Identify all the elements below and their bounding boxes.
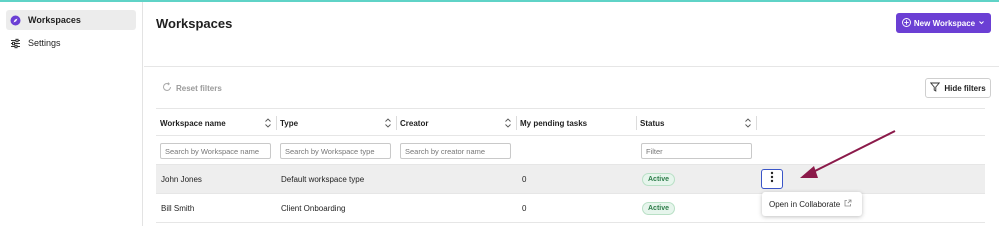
hide-filters-button[interactable]: Hide filters (925, 78, 991, 98)
sidebar: Workspaces Settings (0, 2, 143, 226)
chevron-down-icon (978, 19, 985, 28)
column-header-label: Creator (400, 118, 429, 128)
sort-icon[interactable] (384, 118, 392, 128)
header-divider (144, 66, 999, 67)
workspace-type-cell: Default workspace type (281, 175, 365, 184)
status-badge: Active (642, 202, 676, 215)
column-header-pending-tasks[interactable]: My pending tasks (516, 109, 637, 137)
filter-icon (930, 82, 941, 94)
new-workspace-button[interactable]: New Workspace (896, 13, 991, 33)
status-badge: Active (642, 173, 676, 186)
sort-icon[interactable] (744, 118, 752, 128)
pending-tasks-cell: 0 (522, 175, 527, 184)
sort-icon[interactable] (504, 118, 512, 128)
filter-row (156, 136, 985, 165)
column-header-label: Type (280, 118, 299, 128)
workspace-type-filter-input[interactable] (280, 143, 391, 159)
plus-circle-icon (901, 17, 911, 29)
sort-icon[interactable] (264, 118, 272, 128)
reset-filters-label: Reset filters (176, 83, 222, 93)
main-content: Workspaces New Workspace Reset filters H… (144, 2, 999, 226)
sidebar-item-settings[interactable]: Settings (6, 33, 136, 53)
creator-filter-input[interactable] (400, 143, 511, 159)
compass-icon (10, 15, 21, 26)
page-title: Workspaces (156, 16, 233, 31)
status-filter-input[interactable] (641, 143, 752, 159)
context-menu-open-in-collaborate[interactable]: Open in Collaborate (762, 192, 862, 216)
workspace-name-cell[interactable]: Bill Smith (161, 194, 194, 223)
workspace-name-filter-input[interactable] (160, 143, 271, 159)
kebab-menu-icon (770, 170, 774, 188)
column-header-creator[interactable]: Creator (396, 109, 517, 137)
new-workspace-label: New Workspace (913, 18, 976, 28)
hide-filters-label: Hide filters (944, 83, 986, 93)
row-actions-button[interactable] (761, 169, 783, 189)
column-separator (756, 116, 757, 130)
pending-tasks-cell: 0 (522, 204, 527, 213)
workspace-type-cell: Client Onboarding (281, 204, 346, 213)
column-header-status[interactable]: Status (636, 109, 757, 137)
context-menu-item-label: Open in Collaborate (769, 199, 841, 209)
refresh-icon (162, 82, 172, 94)
table-row[interactable]: John Jones Default workspace type 0 Acti… (156, 165, 985, 194)
reset-filters-button[interactable]: Reset filters (162, 82, 222, 94)
external-link-icon (844, 199, 852, 209)
workspace-name-cell[interactable]: John Jones (161, 165, 202, 194)
column-header-label: My pending tasks (520, 118, 588, 128)
column-header-workspace-name[interactable]: Workspace name (156, 109, 277, 137)
sidebar-item-workspaces[interactable]: Workspaces (6, 10, 136, 30)
sidebar-item-label: Workspaces (28, 15, 81, 25)
column-header-label: Status (640, 118, 665, 128)
column-header-label: Workspace name (160, 118, 226, 128)
column-header-type[interactable]: Type (276, 109, 397, 137)
sliders-icon (10, 38, 21, 49)
table-header: Workspace name Type Creator My pending t… (156, 108, 985, 136)
sidebar-item-label: Settings (28, 38, 61, 48)
